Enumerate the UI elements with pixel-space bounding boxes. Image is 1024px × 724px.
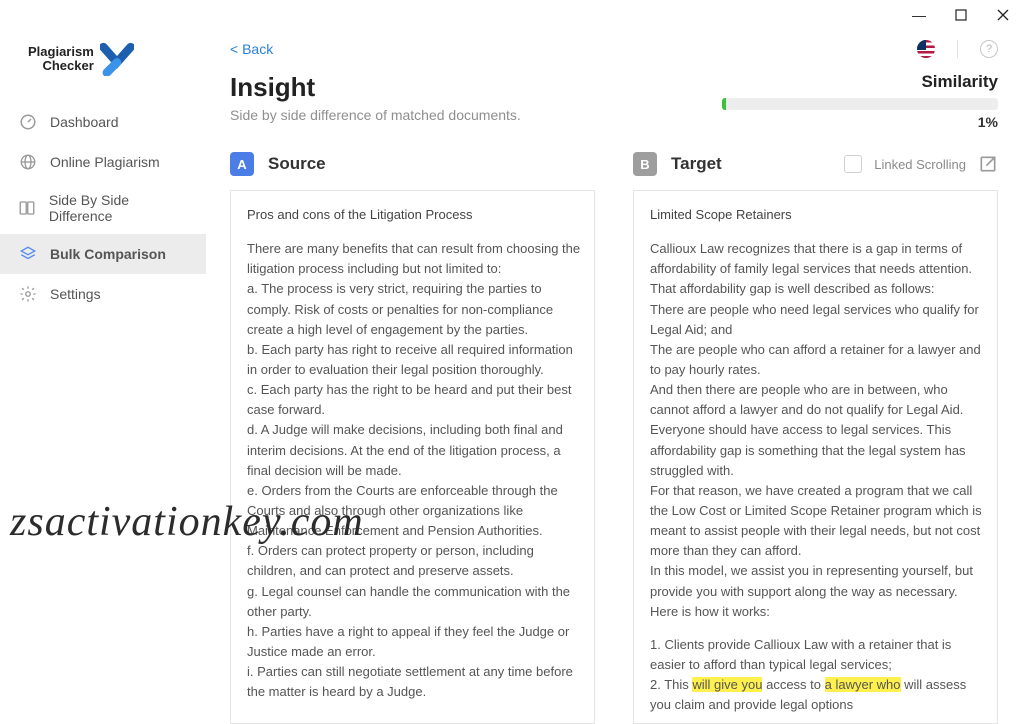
logo-line2: Checker [42,58,93,73]
layers-icon [18,244,38,264]
sidebar: PlagiarismChecker Dashboard Online Plagi… [0,0,206,724]
sidebar-label-settings: Settings [50,286,101,302]
panel-a-badge: A [230,152,254,176]
target-p2: There are people who need legal services… [650,300,989,340]
source-d: d. A Judge will make decisions, includin… [247,420,586,480]
sidebar-label-bulk: Bulk Comparison [50,246,166,262]
sidebar-item-sidebyside[interactable]: Side By Side Difference [0,182,206,234]
source-h: h. Parties have a right to appeal if the… [247,622,586,662]
similarity-label: Similarity [722,72,998,92]
panel-a-title: Source [268,154,326,174]
page-subtitle: Side by side difference of matched docum… [230,107,521,123]
back-link[interactable]: < Back [230,41,273,57]
flag-us-icon[interactable] [917,40,935,58]
popout-icon[interactable] [978,154,998,174]
panel-b-title: Target [671,154,722,174]
help-icon[interactable]: ? [980,40,998,58]
target-heading: Limited Scope Retainers [650,205,989,225]
source-heading: Pros and cons of the Litigation Process [247,205,586,225]
linked-scrolling-label: Linked Scrolling [874,157,966,172]
source-intro: There are many benefits that can result … [247,239,586,279]
similarity-value: 1% [722,114,998,130]
target-p6: In this model, we assist you in represen… [650,561,989,621]
target-p1: Callioux Law recognizes that there is a … [650,239,989,299]
source-b: b. Each party has right to receive all r… [247,340,586,380]
target-p5: For that reason, we have created a progr… [650,481,989,562]
source-f: f. Orders can protect property or person… [247,541,586,581]
sidebar-item-online[interactable]: Online Plagiarism [0,142,206,182]
source-a: a. The process is very strict, requiring… [247,279,586,339]
globe-icon [18,152,38,172]
gauge-icon [18,112,38,132]
app-logo: PlagiarismChecker [0,42,206,102]
columns-icon [18,198,37,218]
sidebar-label-dashboard: Dashboard [50,114,119,130]
target-l1: 1. Clients provide Callioux Law with a r… [650,635,989,675]
target-p4: And then there are people who are in bet… [650,380,989,481]
separator [957,40,958,58]
highlight-1: will give you [692,677,762,692]
source-e: e. Orders from the Courts are enforceabl… [247,481,586,541]
sidebar-item-settings[interactable]: Settings [0,274,206,314]
source-g: g. Legal counsel can handle the communic… [247,582,586,622]
target-p3: The are people who can afford a retainer… [650,340,989,380]
source-i: i. Parties can still negotiate settlemen… [247,662,586,702]
target-l2: 2. This will give you access to a lawyer… [650,675,989,715]
gear-icon [18,284,38,304]
sidebar-label-online: Online Plagiarism [50,154,160,170]
panel-b-badge: B [633,152,657,176]
sidebar-item-bulk[interactable]: Bulk Comparison [0,234,206,274]
source-c: c. Each party has the right to be heard … [247,380,586,420]
sidebar-label-sidebyside: Side By Side Difference [49,192,188,224]
main-content: < Back ? Insight Side by side difference… [206,0,1024,724]
logo-line1: Plagiarism [28,44,94,59]
similarity-bar [722,98,998,110]
similarity-fill [722,98,726,110]
target-document[interactable]: Limited Scope Retainers Callioux Law rec… [633,190,998,724]
logo-x-icon [100,42,134,76]
sidebar-item-dashboard[interactable]: Dashboard [0,102,206,142]
highlight-2: a lawyer who [825,677,901,692]
source-document[interactable]: Pros and cons of the Litigation Process … [230,190,595,724]
page-title: Insight [230,72,521,103]
linked-scrolling-checkbox[interactable] [844,155,862,173]
